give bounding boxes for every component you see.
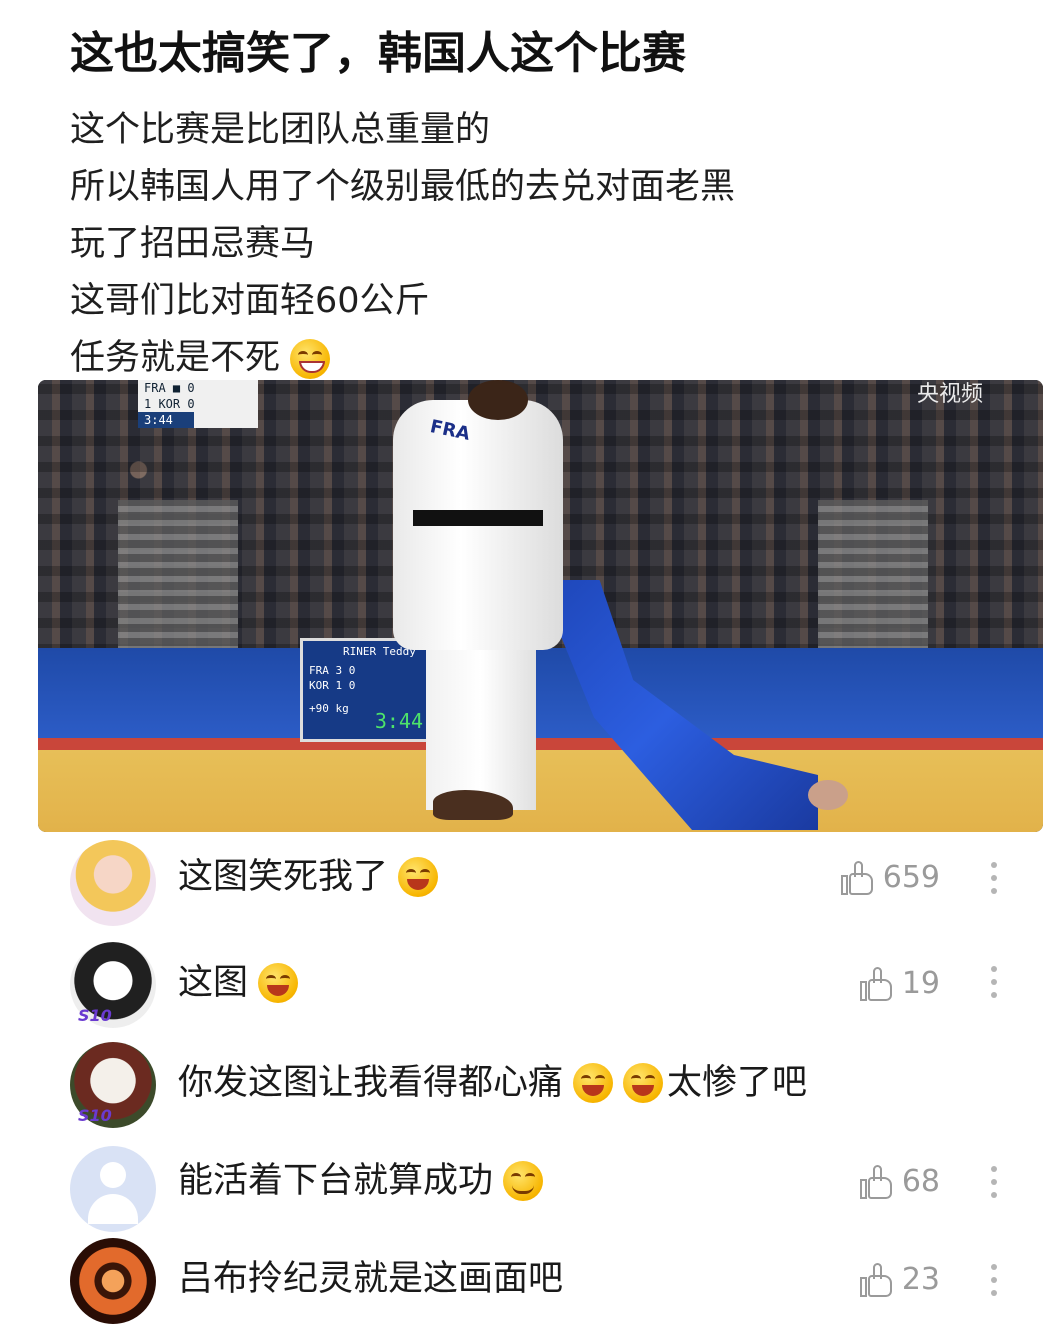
more-options-icon[interactable] [990,1264,998,1302]
comment-item: S10 这图 19 [0,936,1060,1040]
thumbs-up-icon [859,1262,894,1297]
post-title: 这也太搞笑了，韩国人这个比赛 [70,28,686,79]
post-line: 这个比赛是比团队总重量的 [70,102,1030,159]
white-judoka-legs [426,640,536,810]
comment-item: 这图笑死我了 659 [0,832,1060,936]
comment-text: 你发这图让我看得都心痛 太惨了吧 [178,1058,807,1108]
board-fra: FRA 3 0 [309,664,356,677]
like-count: 19 [901,966,940,1001]
like-count: 68 [901,1164,940,1199]
comment-text-content: 太惨了吧 [667,1063,808,1103]
comment-text-content: 能活着下台就算成功 [178,1161,494,1201]
advertising-boards [38,648,1043,738]
scorebug-time: 3:44 [138,412,194,428]
post-line-text: 这哥们比对面轻60公斤 [70,281,430,321]
comment-text: 这图 [178,958,299,1008]
comment-text-content: 这图笑死我了 [178,857,389,897]
post-line-text: 任务就是不死 [70,338,281,378]
watermark-logo: 央视频 [916,382,983,407]
more-options-icon[interactable] [990,966,998,1004]
blue-judoka-foot [808,780,848,810]
comment-text: 吕布拎纪灵就是这画面吧 [178,1254,563,1304]
default-avatar[interactable] [70,1146,156,1232]
laugh-emoji-icon [573,1063,614,1103]
post-line-text: 玩了招田忌赛马 [70,224,316,264]
like-count: 659 [882,860,940,895]
more-options-icon[interactable] [990,862,998,900]
user-badge: S10 [78,1106,112,1125]
comment-text: 这图笑死我了 [178,852,439,902]
user-badge: S10 [78,1006,112,1025]
post-line: 这哥们比对面轻60公斤 [70,273,1030,330]
board-clock: 3:44 [374,709,423,733]
like-button[interactable]: 19 [859,966,940,1001]
mat-border [38,738,1043,750]
like-button[interactable]: 659 [840,860,940,895]
laugh-emoji-icon [398,857,439,897]
like-button[interactable]: 68 [859,1164,940,1199]
comment-item: 能活着下台就算成功 68 [0,1138,1060,1242]
post-line: 任务就是不死 [70,330,1030,387]
comment-text-content: 这图 [178,963,249,1003]
white-judoka-head [468,380,528,420]
arena-scoreboard: RINER Teddy FRA 3 0 KOR 1 0 +90 kg 3:44 [300,638,432,742]
comment-item: 吕布拎纪灵就是这画面吧 23 [0,1236,1060,1340]
like-button[interactable]: 23 [859,1262,940,1297]
comment-text-content: 吕布拎纪灵就是这画面吧 [178,1259,564,1299]
like-count: 23 [901,1262,940,1297]
judo-mat [38,738,1043,832]
avatar[interactable] [70,1238,156,1324]
post-line: 所以韩国人用了个级别最低的去兑对面老黑 [70,159,1030,216]
thumbs-up-icon [840,860,875,895]
scorebug-row: 1 KOR 0 [144,397,195,411]
comment-text: 能活着下台就算成功 [178,1156,544,1206]
more-options-icon[interactable] [990,1166,998,1204]
grin-emoji-icon [290,338,331,379]
post-line-text: 这个比赛是比团队总重量的 [70,110,491,150]
tv-scorebug: FRA ■ 0 1 KOR 0 3:44 [138,380,258,428]
comment-text-content: 你发这图让我看得都心痛 [178,1063,564,1103]
avatar[interactable] [70,840,156,926]
post-body: 这个比赛是比团队总重量的 所以韩国人用了个级别最低的去兑对面老黑 玩了招田忌赛马… [70,102,1030,387]
thumbs-up-icon [859,1164,894,1199]
black-belt [413,510,543,526]
scorebug-row: FRA ■ 0 [144,381,195,395]
thumbs-up-icon [859,966,894,1001]
laugh-emoji-icon [258,963,299,1003]
post-line-text: 所以韩国人用了个级别最低的去兑对面老黑 [70,167,736,207]
comment-item: S10 你发这图让我看得都心痛 太惨了吧 [0,1038,1060,1142]
smile-emoji-icon [503,1161,544,1201]
post-line: 玩了招田忌赛马 [70,216,1030,273]
laugh-emoji-icon [623,1063,664,1103]
board-kor: KOR 1 0 [309,679,356,692]
post-photo[interactable]: FRA ■ 0 1 KOR 0 3:44 央视频 RINER Teddy FRA… [38,380,1043,832]
